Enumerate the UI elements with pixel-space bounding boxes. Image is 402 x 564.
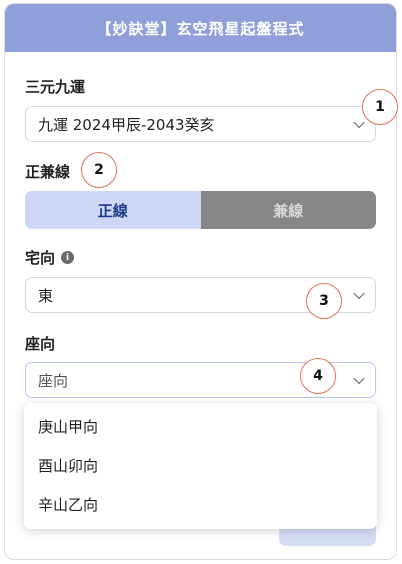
line-label: 正兼線 (25, 163, 71, 181)
yun-select-value: 九運 2024甲辰-2043癸亥 (38, 115, 215, 134)
zuo-option[interactable]: 辛山乙向 (24, 485, 377, 524)
yun-label: 三元九運 (25, 78, 86, 96)
line-toggle: 正線 兼線 (25, 191, 376, 229)
app-title: 【妙訣堂】玄空飛星起盤程式 (96, 19, 305, 38)
zuo-option[interactable]: 庚山甲向 (24, 407, 377, 446)
app-header: 【妙訣堂】玄空飛星起盤程式 (5, 4, 396, 52)
zhai-select-value: 東 (38, 286, 54, 305)
chevron-down-icon (353, 287, 365, 300)
annotation-marker-1: 1 (362, 89, 398, 125)
app-card: 【妙訣堂】玄空飛星起盤程式 三元九運 九運 2024甲辰-2043癸亥 正兼線 … (4, 3, 397, 560)
yun-select[interactable]: 九運 2024甲辰-2043癸亥 (25, 106, 376, 142)
line-option-zheng[interactable]: 正線 (25, 191, 201, 229)
annotation-marker-4: 4 (300, 358, 336, 394)
chevron-down-icon (353, 116, 365, 129)
info-icon[interactable]: i (61, 251, 75, 264)
zhai-label: 宅向 i (25, 247, 75, 268)
annotation-marker-3: 3 (306, 283, 342, 319)
zuo-select-placeholder: 座向 (38, 371, 69, 390)
zuo-option[interactable]: 酉山卯向 (24, 446, 377, 485)
line-option-jian[interactable]: 兼線 (200, 191, 376, 229)
zuo-dropdown-menu: 庚山甲向 酉山卯向 辛山乙向 (24, 403, 377, 529)
zuo-label: 座向 (25, 335, 56, 353)
chevron-down-icon (353, 372, 365, 385)
annotation-marker-2: 2 (81, 152, 117, 188)
zhai-label-text: 宅向 (25, 249, 56, 267)
